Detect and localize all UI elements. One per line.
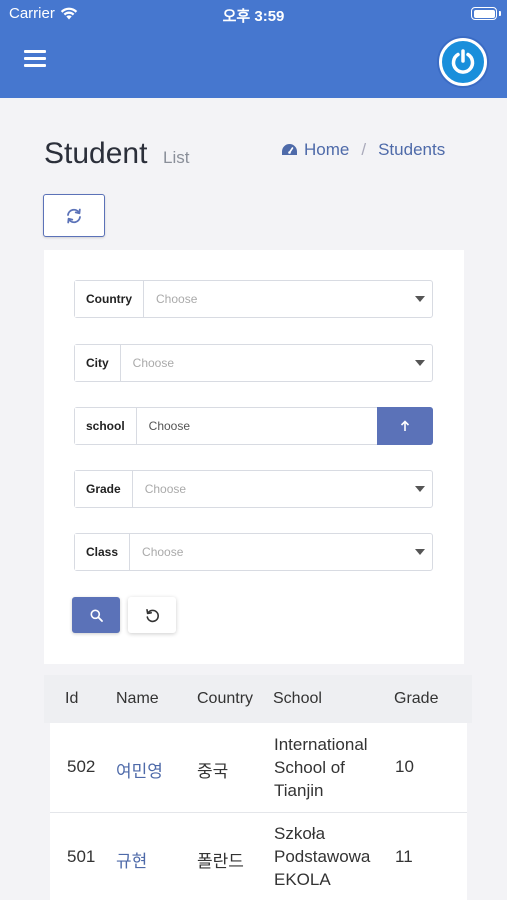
row-id: 501 bbox=[67, 847, 96, 866]
reset-button[interactable] bbox=[128, 597, 176, 633]
column-header-country[interactable]: Country bbox=[197, 690, 253, 708]
table-row[interactable]: 501 규현 폴란드 Szkoła Podstawowa EKOLA 11 bbox=[50, 813, 467, 900]
chevron-down-icon[interactable] bbox=[408, 471, 432, 507]
grade-label: Grade bbox=[75, 471, 133, 507]
hamburger-icon[interactable] bbox=[24, 50, 46, 68]
refresh-button[interactable] bbox=[43, 194, 105, 237]
row-school: Szkoła Podstawowa EKOLA bbox=[274, 822, 370, 891]
arrow-up-icon bbox=[400, 420, 410, 431]
filter-panel: Country Choose City Choose school Choose… bbox=[44, 250, 464, 664]
row-school-line: International bbox=[274, 735, 368, 754]
page-title: Student bbox=[44, 137, 148, 170]
row-school-line: Szkoła bbox=[274, 824, 326, 843]
search-icon bbox=[90, 609, 103, 622]
row-school: International School of Tianjin bbox=[274, 733, 368, 802]
battery-tip bbox=[499, 11, 501, 16]
page-subtitle: List bbox=[163, 148, 190, 167]
breadcrumb-home[interactable]: Home bbox=[304, 140, 349, 160]
top-navbar: Carrier 오후 3:59 bbox=[0, 0, 507, 98]
class-label: Class bbox=[75, 534, 131, 570]
chevron-down-icon[interactable] bbox=[408, 345, 432, 381]
dashboard-icon bbox=[282, 144, 297, 155]
row-grade: 10 bbox=[395, 757, 414, 776]
grade-value[interactable]: Choose bbox=[133, 471, 408, 507]
status-time: 오후 3:59 bbox=[222, 8, 285, 25]
school-upload-button[interactable] bbox=[377, 407, 433, 445]
battery-icon bbox=[471, 7, 497, 20]
search-button[interactable] bbox=[72, 597, 120, 633]
city-value[interactable]: Choose bbox=[121, 345, 408, 381]
class-select[interactable]: Class Choose bbox=[74, 533, 433, 571]
school-label: school bbox=[75, 408, 137, 444]
city-select[interactable]: City Choose bbox=[74, 344, 433, 382]
table-header: Id Name Country School Grade bbox=[44, 675, 472, 723]
row-school-line: Tianjin bbox=[274, 781, 324, 800]
city-label: City bbox=[75, 345, 121, 381]
row-country: 폴란드 bbox=[197, 852, 244, 871]
column-header-school[interactable]: School bbox=[273, 690, 322, 708]
column-header-grade[interactable]: Grade bbox=[394, 690, 438, 708]
breadcrumb-current[interactable]: Students bbox=[378, 140, 445, 160]
country-label: Country bbox=[75, 281, 144, 317]
row-id: 502 bbox=[67, 757, 96, 776]
refresh-icon bbox=[67, 208, 81, 223]
school-field[interactable]: school Choose bbox=[74, 407, 433, 445]
row-country: 중국 bbox=[197, 762, 229, 781]
breadcrumb: Home / Students bbox=[281, 140, 445, 160]
chevron-down-icon[interactable] bbox=[408, 534, 432, 570]
column-header-name[interactable]: Name bbox=[116, 690, 159, 708]
grade-select[interactable]: Grade Choose bbox=[74, 470, 433, 508]
table-row[interactable]: 502 여민영 중국 International School of Tianj… bbox=[50, 723, 467, 812]
row-name-link[interactable]: 규현 bbox=[116, 847, 147, 872]
country-value[interactable]: Choose bbox=[144, 281, 408, 317]
row-school-line: Podstawowa bbox=[274, 847, 371, 866]
school-input[interactable]: Choose bbox=[137, 408, 377, 444]
column-header-id[interactable]: Id bbox=[65, 690, 78, 708]
row-school-line: School of bbox=[274, 758, 345, 777]
country-select[interactable]: Country Choose bbox=[74, 280, 433, 318]
row-school-line: EKOLA bbox=[274, 870, 331, 889]
class-value[interactable]: Choose bbox=[130, 534, 408, 570]
chevron-down-icon[interactable] bbox=[408, 281, 432, 317]
breadcrumb-separator: / bbox=[361, 140, 367, 159]
status-bar: Carrier 오후 3:59 bbox=[0, 0, 507, 28]
undo-icon bbox=[145, 608, 159, 622]
power-icon[interactable] bbox=[439, 38, 487, 86]
row-grade: 11 bbox=[395, 847, 413, 866]
row-name-link[interactable]: 여민영 bbox=[116, 757, 163, 782]
